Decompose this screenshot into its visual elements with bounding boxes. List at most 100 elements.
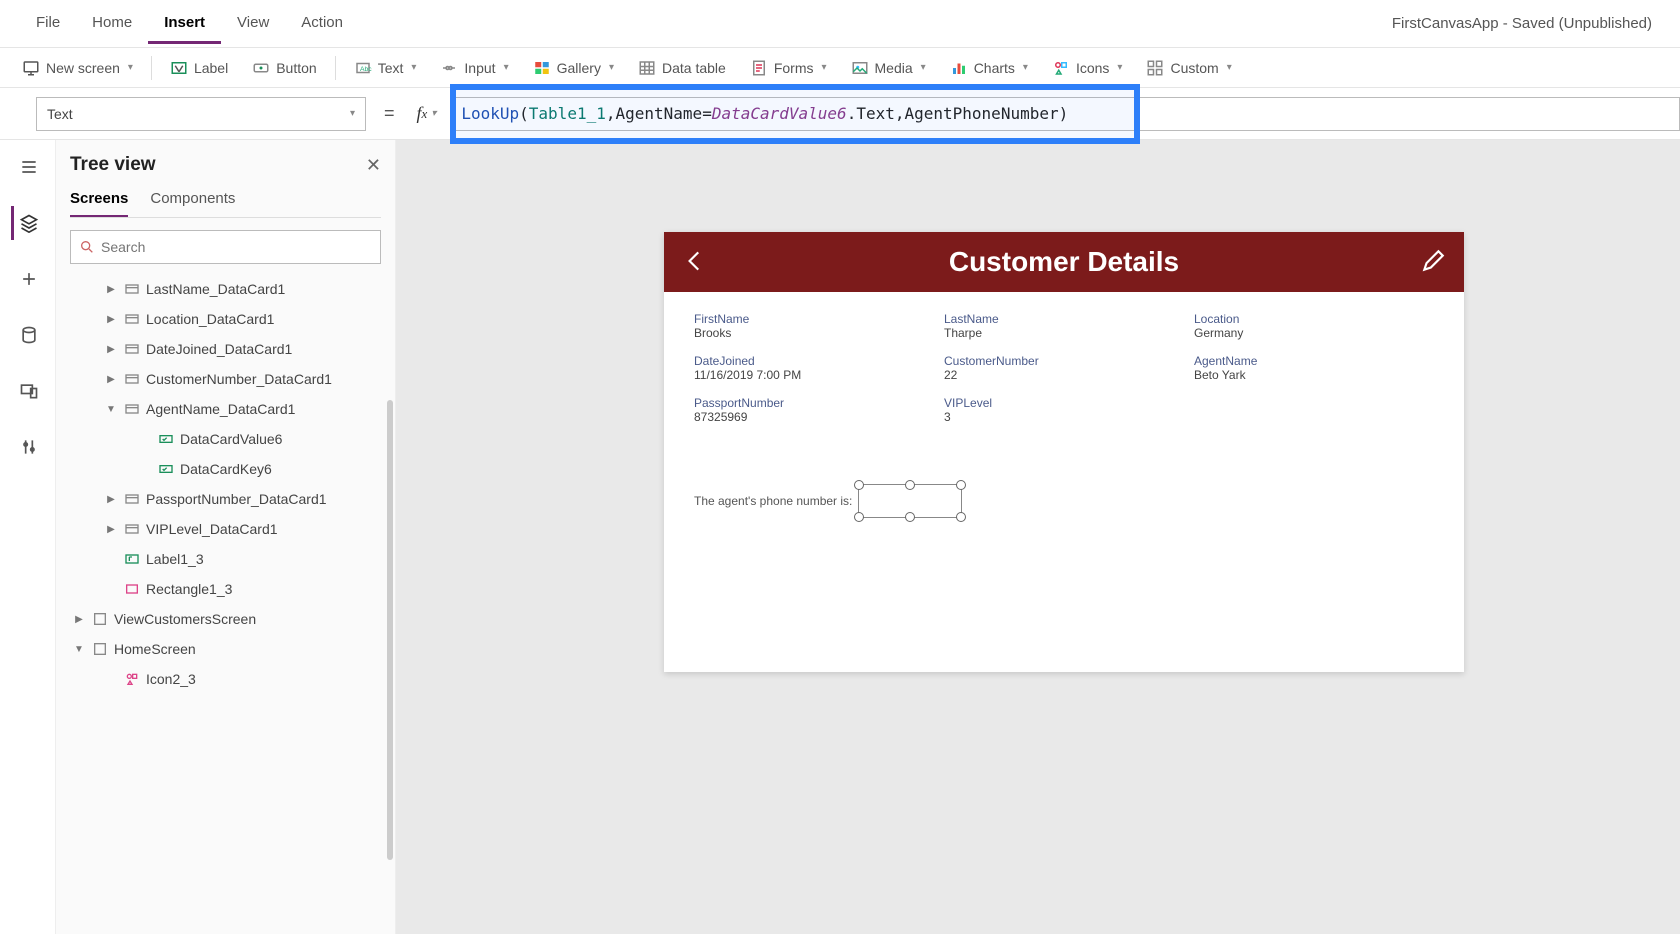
chevron-down-icon: ▾ [1227, 62, 1232, 73]
tree-item[interactable]: DataCardKey6 [70, 454, 381, 484]
tree-view-title: Tree view [70, 154, 156, 176]
insert-ribbon: New screen▾ Label Button Abc Text▾ Input… [0, 48, 1680, 88]
add-button[interactable] [11, 262, 45, 296]
custom-icon [1146, 59, 1164, 77]
data-button[interactable] [11, 318, 45, 352]
icons-dropdown[interactable]: Icons▾ [1042, 55, 1133, 81]
tree-item[interactable]: ▼AgentName_DataCard1 [70, 394, 381, 424]
tree-item[interactable]: ▶CustomerNumber_DataCard1 [70, 364, 381, 394]
menu-action[interactable]: Action [285, 4, 359, 44]
tree-search-input[interactable] [101, 239, 372, 255]
tree-item[interactable]: ▶ViewCustomersScreen [70, 604, 381, 634]
tree-view-button[interactable] [11, 206, 45, 240]
charts-icon [950, 59, 968, 77]
tree-item[interactable]: ▶VIPLevel_DataCard1 [70, 514, 381, 544]
tree-twisty[interactable]: ▶ [104, 344, 118, 355]
forms-btn-text: Forms [774, 60, 814, 76]
tree-list: ▶LastName_DataCard1▶Location_DataCard1▶D… [70, 274, 381, 904]
input-icon [158, 461, 174, 477]
field-value: Tharpe [944, 326, 1184, 340]
gallery-dropdown[interactable]: Gallery▾ [523, 55, 624, 81]
tree-item[interactable]: ▶DateJoined_DataCard1 [70, 334, 381, 364]
charts-dropdown[interactable]: Charts▾ [940, 55, 1038, 81]
edit-button[interactable] [1420, 248, 1446, 277]
tree-item[interactable]: ▶Location_DataCard1 [70, 304, 381, 334]
formula-input[interactable]: LookUp(Table1_1, AgentName = DataCardVal… [450, 97, 1680, 131]
hamburger-button[interactable] [11, 150, 45, 184]
input-dropdown[interactable]: Input▾ [430, 55, 518, 81]
tree-twisty[interactable]: ▶ [104, 524, 118, 535]
text-dropdown[interactable]: Abc Text▾ [344, 55, 427, 81]
formula-token-table: Table1_1 [529, 104, 606, 123]
tree-item[interactable]: DataCardValue6 [70, 424, 381, 454]
form-field: LocationGermany [1194, 312, 1434, 350]
search-icon [79, 239, 95, 255]
canvas-area[interactable]: Customer Details FirstNameBrooksLastName… [396, 140, 1680, 934]
tree-item-label: PassportNumber_DataCard1 [146, 491, 327, 507]
button-icon [252, 59, 270, 77]
tree-search[interactable] [70, 230, 381, 264]
plus-icon [19, 269, 39, 289]
tree-twisty[interactable]: ▶ [104, 494, 118, 505]
button-button[interactable]: Button [242, 55, 326, 81]
tree-twisty[interactable]: ▼ [72, 644, 86, 655]
form-field: PassportNumber87325969 [694, 396, 934, 434]
preview-body: FirstNameBrooksLastNameTharpeLocationGer… [664, 292, 1464, 672]
tree-item[interactable]: ▼HomeScreen [70, 634, 381, 664]
gallery-btn-text: Gallery [557, 60, 601, 76]
icons-icon [124, 671, 140, 687]
card-icon [124, 401, 140, 417]
tab-screens[interactable]: Screens [70, 190, 128, 217]
menu-view[interactable]: View [221, 4, 285, 44]
fields-grid: FirstNameBrooksLastNameTharpeLocationGer… [694, 312, 1434, 434]
card-icon [124, 521, 140, 537]
tree-twisty[interactable]: ▶ [104, 374, 118, 385]
preview-title: Customer Details [720, 246, 1408, 278]
new-screen-button[interactable]: New screen▾ [12, 55, 143, 81]
close-panel-button[interactable]: ✕ [366, 155, 381, 176]
formula-token-paren-close: ) [1059, 104, 1069, 123]
media-nav-button[interactable] [11, 374, 45, 408]
selected-label-control[interactable] [858, 484, 962, 518]
tree-item[interactable]: Label1_3 [70, 544, 381, 574]
tree-twisty[interactable]: ▶ [72, 614, 86, 625]
tab-components[interactable]: Components [150, 190, 235, 217]
equals-sign: = [376, 103, 403, 124]
scrollbar-thumb[interactable] [387, 400, 393, 860]
menu-home[interactable]: Home [76, 4, 148, 44]
resize-handle[interactable] [956, 512, 966, 522]
tree-twisty[interactable]: ▼ [104, 404, 118, 415]
tools-button[interactable] [11, 430, 45, 464]
tree-twisty[interactable]: ▶ [104, 284, 118, 295]
tree-item[interactable]: Rectangle1_3 [70, 574, 381, 604]
resize-handle[interactable] [956, 480, 966, 490]
svg-text:Abc: Abc [360, 66, 372, 73]
resize-handle[interactable] [905, 480, 915, 490]
data-table-button[interactable]: Data table [628, 55, 736, 81]
fx-label[interactable]: fx▾ [413, 103, 441, 124]
field-label: LastName [944, 312, 1184, 326]
property-selector[interactable]: Text ▾ [36, 97, 366, 131]
forms-dropdown[interactable]: Forms▾ [740, 55, 837, 81]
resize-handle[interactable] [854, 480, 864, 490]
media-dropdown[interactable]: Media▾ [841, 55, 936, 81]
preview-header: Customer Details [664, 232, 1464, 292]
label-button[interactable]: Label [160, 55, 238, 81]
tree-twisty[interactable]: ▶ [104, 314, 118, 325]
menu-insert[interactable]: Insert [148, 4, 221, 44]
tree-item-label: DataCardKey6 [180, 461, 272, 477]
resize-handle[interactable] [905, 512, 915, 522]
tree-item-label: Label1_3 [146, 551, 204, 567]
resize-handle[interactable] [854, 512, 864, 522]
formula-token-comma: , [606, 104, 616, 123]
custom-dropdown[interactable]: Custom▾ [1136, 55, 1241, 81]
input-icon [158, 431, 174, 447]
tree-item[interactable]: ▶ PassportNumber_DataCard1 [70, 484, 381, 514]
tree-view-panel: Tree view ✕ Screens Components ▶LastName… [56, 140, 396, 934]
menu-file[interactable]: File [20, 4, 76, 44]
back-button[interactable] [682, 248, 708, 277]
tree-item[interactable]: Icon2_3 [70, 664, 381, 694]
agent-phone-row: The agent's phone number is: [694, 484, 1434, 518]
tree-item[interactable]: ▶LastName_DataCard1 [70, 274, 381, 304]
app-status: FirstCanvasApp - Saved (Unpublished) [1392, 15, 1660, 32]
